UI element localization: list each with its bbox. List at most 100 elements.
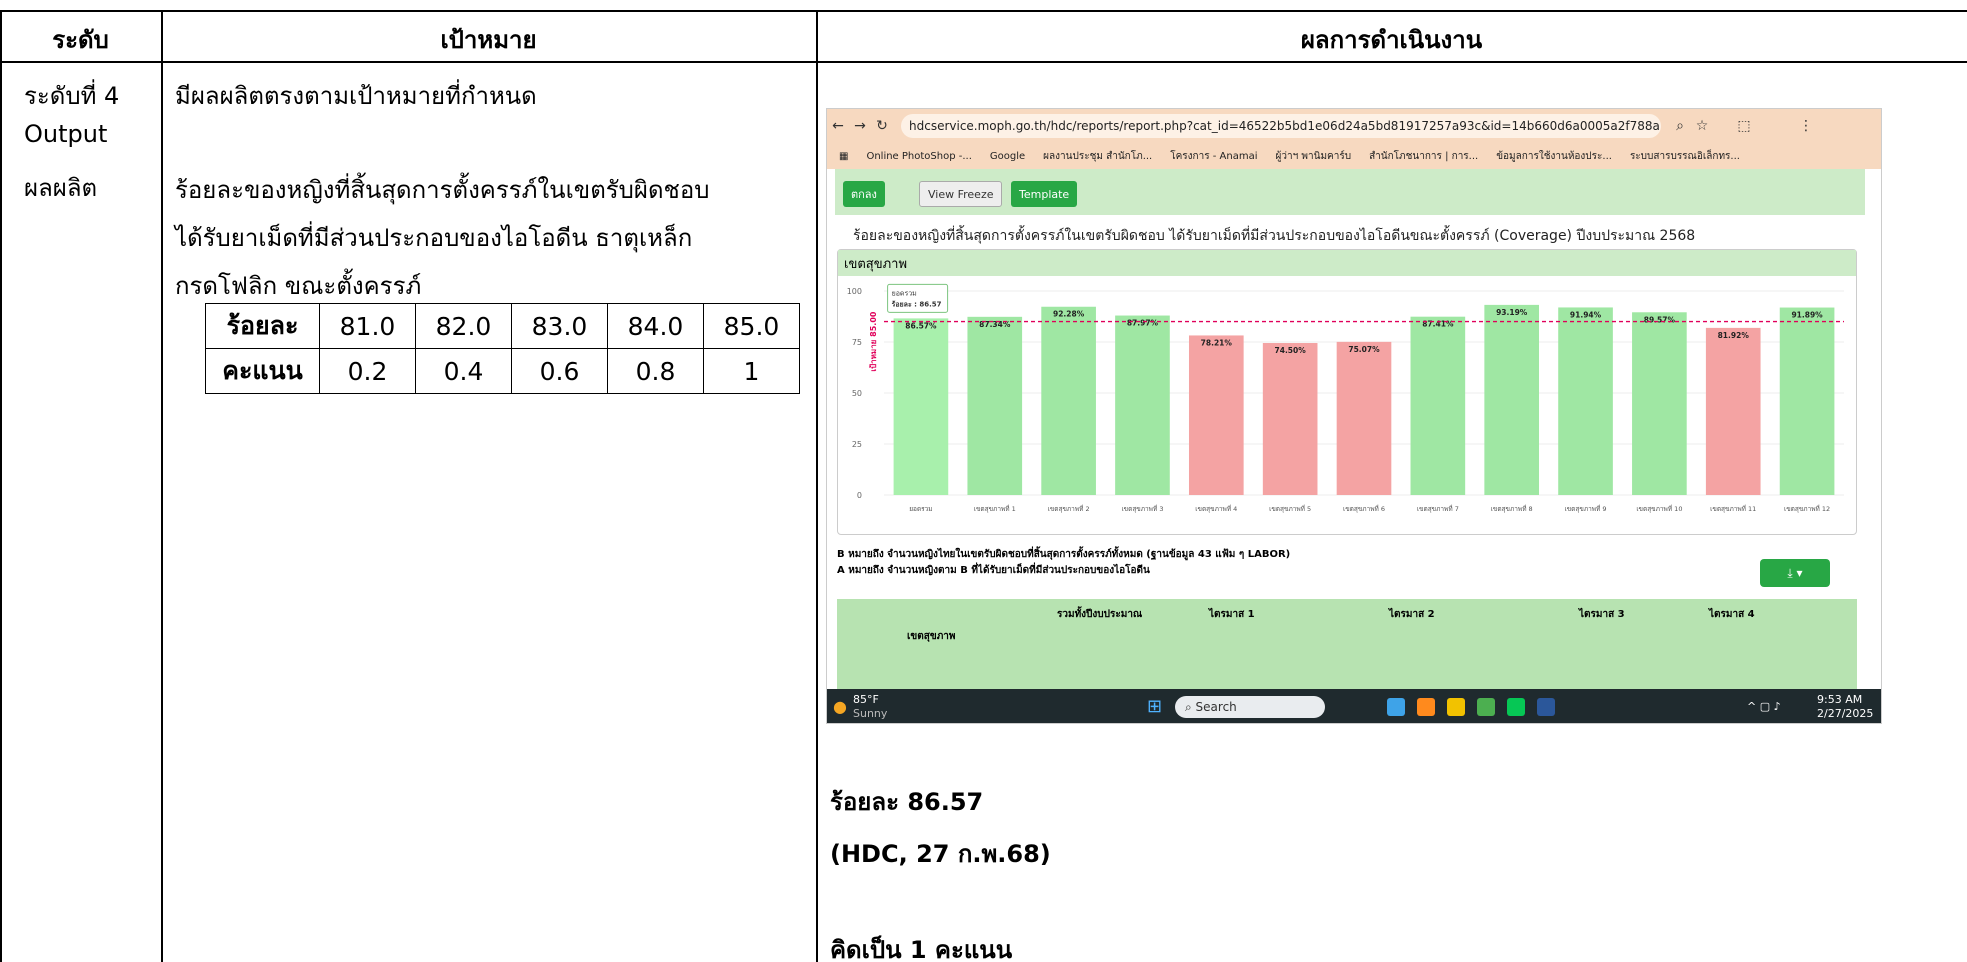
- chart-bar: [1262, 343, 1318, 495]
- taskbar-search-label: Search: [1195, 700, 1237, 714]
- bookmark-item[interactable]: ข้อมูลการใช้งานห้องประ...: [1496, 149, 1612, 164]
- taskbar-app-icon[interactable]: [1387, 698, 1405, 716]
- x-tick-label: เขตสุขภาพที่ 1: [974, 504, 1016, 513]
- y-tick-label: 0: [857, 491, 862, 500]
- browser-address-bar: ← → ↻ hdcservice.moph.go.th/hdc/reports/…: [827, 109, 1881, 143]
- table-header-cell: ไตรมาส 4: [1709, 609, 1755, 620]
- zoom-icon[interactable]: ⌕: [1669, 118, 1691, 134]
- chart-bar: [1484, 304, 1540, 495]
- bookmark-item[interactable]: ผลงานประชุม สำนักโภ...: [1043, 149, 1152, 164]
- x-tick-label: เขตสุขภาพที่ 12: [1784, 504, 1830, 513]
- target-desc-1: ร้อยละของหญิงที่สิ้นสุดการตั้งครรภ์ในเขต…: [175, 176, 710, 204]
- url-field[interactable]: hdcservice.moph.go.th/hdc/reports/report…: [901, 114, 1661, 138]
- search-icon: ⌕: [1185, 699, 1196, 714]
- report-title: ร้อยละของหญิงที่สิ้นสุดการตั้งครรภ์ในเขต…: [853, 228, 1696, 244]
- system-tray-icons[interactable]: ^ ▢ ♪: [1747, 700, 1781, 713]
- chart-bar: [1558, 307, 1613, 495]
- chart-bar: [1779, 307, 1835, 495]
- header-result: ผลการดำเนินงาน: [1300, 26, 1483, 54]
- score-cell: 83.0: [511, 303, 608, 349]
- clock-time: 9:53 AM: [1817, 693, 1863, 706]
- bookmark-item[interactable]: Google: [990, 151, 1025, 162]
- chart-bar: [967, 316, 1023, 495]
- bar-value-label: 91.94%: [1570, 310, 1602, 319]
- score-cell: 1: [703, 348, 800, 394]
- level-line-3: ผลผลิต: [24, 174, 98, 202]
- bookmark-item[interactable]: Online PhotoShop -...: [866, 151, 971, 162]
- chart-bar: [893, 318, 949, 495]
- table-header-cell: ไตรมาส 1: [1209, 609, 1255, 620]
- star-icon[interactable]: ☆: [1691, 118, 1713, 134]
- bookmark-item[interactable]: โครงการ - Anamai: [1170, 149, 1257, 164]
- windows-taskbar: ● 85°F Sunny ⊞ ⌕ Search ^ ▢ ♪ 9:53 AM 2/…: [827, 689, 1881, 723]
- x-tick-label: เขตสุขภาพที่ 8: [1491, 504, 1533, 513]
- ok-button[interactable]: ตกลง: [843, 181, 885, 207]
- table-top-border: [0, 10, 1967, 12]
- bar-value-label: 89.57%: [1644, 315, 1676, 324]
- tooltip-category: ยอดรวม: [892, 289, 917, 297]
- bookmarks-bar: ▦ Online PhotoShop -... Google ผลงานประช…: [827, 143, 1881, 169]
- extensions-icon[interactable]: ⬚: [1733, 118, 1755, 134]
- bookmark-item[interactable]: ผู้ว่าฯ พานิมคาร์บ: [1276, 149, 1352, 164]
- score-table: ร้อยละ 81.0 82.0 83.0 84.0 85.0 คะแนน 0.…: [205, 303, 800, 394]
- chart-card-header: เขตสุขภาพ: [838, 250, 1856, 276]
- bar-value-label: 91.89%: [1791, 311, 1823, 320]
- taskbar-app-icon[interactable]: [1537, 698, 1555, 716]
- score-cell: 81.0: [319, 303, 416, 349]
- result-percent: ร้อยละ 86.57: [830, 788, 984, 816]
- taskbar-search[interactable]: ⌕ Search: [1175, 696, 1325, 718]
- chart-bar: [1041, 306, 1096, 495]
- x-tick-label: เขตสุขภาพที่ 6: [1343, 504, 1385, 513]
- template-button[interactable]: Template: [1011, 181, 1078, 207]
- taskbar-app-icon[interactable]: [1417, 698, 1435, 716]
- bar-value-label: 75.07%: [1348, 345, 1380, 354]
- menu-icon[interactable]: ⋮: [1795, 118, 1817, 134]
- score-cell: 0.4: [415, 348, 512, 394]
- bookmark-item[interactable]: ระบบสารบรรณอิเล็กทร...: [1630, 149, 1740, 164]
- bookmark-item[interactable]: สำนักโภชนาการ | การ...: [1369, 149, 1478, 164]
- data-table-header: เขตสุขภาพ รวมทั้งปีงบประมาณ ไตรมาส 1 ไตร…: [837, 599, 1857, 689]
- x-tick-label: เขตสุขภาพที่ 9: [1565, 504, 1607, 513]
- chart-card: เขตสุขภาพ 0 25 50 75 100 86.57% ยอดรวม 87.34% เข…: [837, 249, 1857, 535]
- apps-icon[interactable]: ▦: [839, 151, 848, 162]
- score-cell: 0.2: [319, 348, 416, 394]
- forward-arrow-icon[interactable]: →: [849, 118, 871, 134]
- bar-value-label: 78.21%: [1201, 338, 1233, 347]
- report-toolbar: ตกลง View Freeze Template: [835, 169, 1865, 215]
- x-tick-label: เขตสุขภาพที่ 4: [1195, 504, 1237, 513]
- bar-value-label: 87.97%: [1127, 319, 1159, 328]
- y-tick-label: 25: [852, 440, 862, 449]
- reload-icon[interactable]: ↻: [871, 118, 893, 134]
- taskbar-app-icon[interactable]: [1507, 698, 1525, 716]
- report-page: ตกลง View Freeze Template ร้อยละของหญิงท…: [835, 169, 1865, 689]
- chart-bar: [1410, 316, 1466, 495]
- score-cell: 85.0: [703, 303, 800, 349]
- x-tick-label: เขตสุขภาพที่ 2: [1048, 504, 1090, 513]
- start-icon[interactable]: ⊞: [1147, 696, 1162, 717]
- table-header-cell: ไตรมาส 2: [1389, 609, 1435, 620]
- score-label-percent: ร้อยละ: [205, 303, 320, 349]
- report-notes: B หมายถึง จำนวนหญิงไทยในเขตรับผิดชอบที่ส…: [837, 547, 1290, 579]
- y-tick-label: 100: [847, 287, 862, 296]
- taskbar-app-icon[interactable]: [1447, 698, 1465, 716]
- back-arrow-icon[interactable]: ←: [827, 118, 849, 134]
- weather-temp: 85°F: [853, 693, 879, 706]
- score-cell: 0.8: [607, 348, 704, 394]
- bar-value-label: 93.19%: [1496, 308, 1528, 317]
- taskbar-app-icon[interactable]: [1477, 698, 1495, 716]
- score-label-points: คะแนน: [205, 348, 320, 394]
- bar-chart: 025507510086.57%ยอดรวม87.34%เขตสุขภาพที่…: [847, 283, 1844, 513]
- header-level: ระดับ: [52, 26, 109, 54]
- note-a: A หมายถึง จำนวนหญิงตาม B ที่ได้รับยาเม็ด…: [837, 565, 1150, 576]
- x-tick-label: เขตสุขภาพที่ 11: [1710, 504, 1756, 513]
- chart-bar: [1705, 327, 1761, 495]
- x-tick-label: เขตสุขภาพที่ 10: [1636, 504, 1682, 513]
- chart-bar: [1336, 341, 1392, 495]
- note-b: B หมายถึง จำนวนหญิงไทยในเขตรับผิดชอบที่ส…: [837, 549, 1291, 560]
- target-desc-3: กรดโฟลิก ขณะตั้งครรภ์: [175, 272, 422, 300]
- view-freeze-button[interactable]: View Freeze: [919, 181, 1003, 207]
- chart-bar: [1188, 335, 1244, 495]
- target-desc-2: ได้รับยาเม็ดที่มีส่วนประกอบของไอโอดีน ธา…: [175, 224, 693, 252]
- download-button[interactable]: ⤓ ▾: [1760, 559, 1830, 587]
- bar-value-label: 74.50%: [1275, 346, 1307, 355]
